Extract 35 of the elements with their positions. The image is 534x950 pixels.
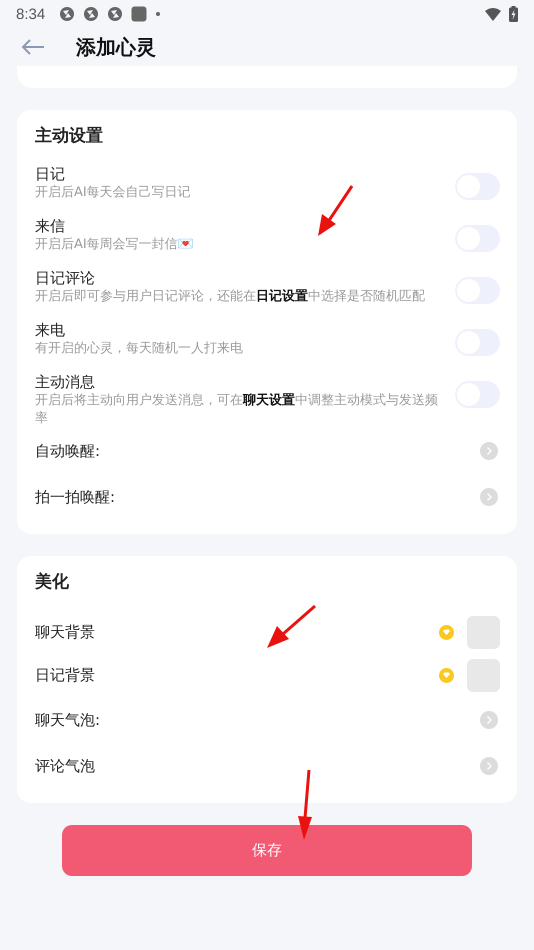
- setting-description: 开启后AI每周会写一封信💌: [35, 236, 195, 254]
- status-time: 8:34: [16, 6, 46, 22]
- setting-label: 日记背景: [35, 666, 96, 685]
- setting-label: 评论气泡: [35, 756, 95, 776]
- setting-label: 来信: [35, 217, 66, 236]
- aperture-icon: [59, 6, 76, 22]
- chevron-icon[interactable]: [480, 757, 498, 775]
- aperture-icon: [107, 6, 124, 22]
- setting-description: 开启后将主动向用户发送消息，可在聊天设置中调整主动模式与发送频率: [35, 392, 439, 428]
- section-title: 美化: [35, 571, 70, 594]
- setting-label: 自动唤醒:: [35, 442, 100, 460]
- annotation-arrow: [265, 604, 319, 650]
- chevron-icon[interactable]: [480, 442, 498, 460]
- setting-description: 开启后即可参与用户日记评论，还能在日记设置中选择是否随机匹配: [35, 288, 426, 306]
- setting-label: 日记: [35, 165, 66, 184]
- setting-label: 主动消息: [35, 373, 96, 392]
- setting-description: 开启后AI每天会自己写日记: [35, 184, 192, 202]
- wifi-icon: [485, 8, 501, 20]
- chevron-icon[interactable]: [480, 488, 498, 506]
- back-button[interactable]: [20, 38, 46, 56]
- dot-icon: [155, 11, 162, 17]
- setting-label: 聊天背景: [35, 623, 96, 642]
- annotation-arrow: [316, 184, 356, 238]
- setting-label: 拍一拍唤醒:: [35, 488, 116, 506]
- aperture-icon: [83, 6, 100, 22]
- square-icon: [131, 6, 148, 22]
- setting-label: 日记评论: [35, 269, 96, 288]
- battery-icon: [509, 6, 518, 22]
- page-title: 添加心灵: [76, 34, 156, 60]
- section-title: 主动设置: [35, 125, 104, 148]
- save-button[interactable]: 保存: [62, 825, 472, 876]
- setting-label: 来电: [35, 321, 66, 340]
- chevron-icon[interactable]: [480, 711, 498, 729]
- setting-description: 有开启的心灵，每天随机一人打来电: [35, 340, 244, 358]
- setting-label: 聊天气泡:: [35, 710, 100, 730]
